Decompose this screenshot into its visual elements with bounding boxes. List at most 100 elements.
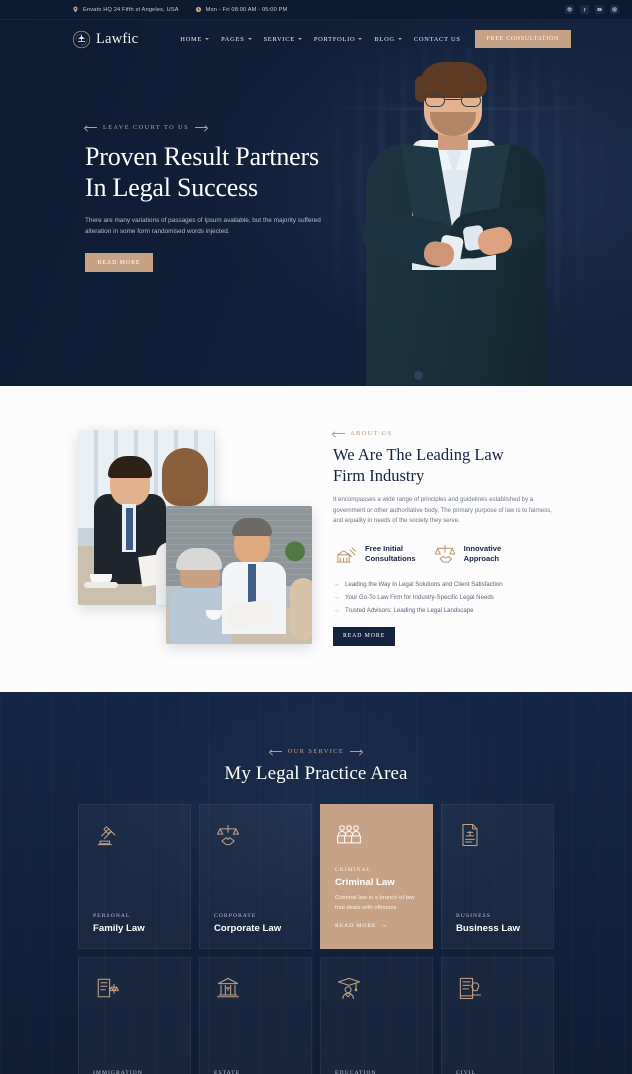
youtube-icon[interactable] xyxy=(595,5,604,14)
eyebrow-arrow-right-icon xyxy=(350,751,363,752)
legal-document-icon xyxy=(456,823,484,853)
nav-label: CONTACT US xyxy=(413,35,461,43)
service-card-body: CRIMINAL Criminal Law Criminal law is a … xyxy=(335,867,420,929)
service-card-body: IMMIGRATION Immigration Law xyxy=(93,1070,178,1074)
arrow-right-icon: → xyxy=(380,922,388,929)
scales-handshake-icon xyxy=(214,824,242,853)
passport-scales-icon xyxy=(93,978,121,1006)
free-consultation-button[interactable]: FREE CONSULTATION xyxy=(474,30,571,48)
feature-label: Innovative Approach xyxy=(464,544,502,564)
hero-lawyer-photo xyxy=(352,62,587,386)
chevron-down-icon xyxy=(205,38,210,40)
nav-item-pages[interactable]: PAGES xyxy=(221,36,252,43)
service-card-category: ESTATE xyxy=(214,1070,241,1074)
service-card-business-law[interactable]: BUSINESS Business Law xyxy=(441,804,554,949)
service-card-read-more-label: READ MORE xyxy=(335,922,377,929)
nav-item-portfolio[interactable]: PORTFOLIO xyxy=(314,36,363,43)
social-links xyxy=(565,5,619,14)
service-card-corporate-law[interactable]: CORPORATE Corporate Law xyxy=(199,804,312,949)
eyebrow-arrow-left-icon xyxy=(85,127,97,128)
about-read-more-button[interactable]: READ MORE xyxy=(333,626,395,646)
site-header: Lawfic HOME PAGES SERVICE PORTFOLIO BLOG xyxy=(0,20,632,58)
list-item-label: Leading the Way in Legal Solutions and C… xyxy=(345,580,503,588)
service-card-category: IMMIGRATION xyxy=(93,1070,143,1074)
list-item: → Leading the Way in Legal Solutions and… xyxy=(333,581,553,588)
hero-eyebrow-label: LEAVE COURT TO US xyxy=(103,124,190,131)
hero-content: LEAVE COURT TO US Proven Result Partners… xyxy=(85,124,355,272)
service-card-civil-law[interactable]: CIVIL Civil Law xyxy=(441,957,554,1074)
service-card-title: Corporate Law xyxy=(214,923,282,934)
nav-label: BLOG xyxy=(374,35,395,43)
hero-read-more-button[interactable]: READ MORE xyxy=(85,253,153,272)
list-item: → Your Go-To Law Firm for Industry-Speci… xyxy=(333,594,553,601)
eyebrow-arrow-left-icon xyxy=(333,433,345,434)
hero-title: Proven Result Partners In Legal Success xyxy=(85,141,355,203)
chevron-down-icon xyxy=(397,38,402,40)
nav-label: PORTFOLIO xyxy=(313,35,356,43)
services-eyebrow-label: OUR SERVICE xyxy=(287,748,345,755)
nav-item-contact-us[interactable]: CONTACT US xyxy=(414,36,461,43)
hero-read-more-label: READ MORE xyxy=(97,259,141,266)
services-title: My Legal Practice Area xyxy=(224,763,408,784)
location-pin-icon xyxy=(73,6,78,13)
about-eyebrow-label: ABOUT US xyxy=(350,430,393,437)
service-card-category: PERSONAL xyxy=(93,913,131,919)
page-root: LEAVE COURT TO US Proven Result Partners… xyxy=(0,0,632,1074)
service-card-body: ESTATE Real Estate Law xyxy=(214,1070,299,1074)
about-content: ABOUT US We Are The Leading Law Firm Ind… xyxy=(333,430,553,646)
service-card-body: PERSONAL Family Law xyxy=(93,913,178,934)
service-card-title: Business Law xyxy=(456,923,520,934)
main-nav: HOME PAGES SERVICE PORTFOLIO BLOG CONTAC… xyxy=(180,36,460,43)
service-card-category: CRIMINAL xyxy=(335,867,372,873)
hero-title-line2: In Legal Success xyxy=(85,173,258,202)
hero-title-line1: Proven Result Partners xyxy=(85,142,319,171)
service-card-family-law[interactable]: PERSONAL Family Law xyxy=(78,804,191,949)
services-header: OUR SERVICE My Legal Practice Area xyxy=(0,692,632,785)
service-card-category: CIVIL xyxy=(456,1070,477,1074)
topbar-address-text: Envato HQ 24 Fifth st Angeles, USA xyxy=(83,6,179,13)
nav-item-service[interactable]: SERVICE xyxy=(264,36,302,43)
nav-label: SERVICE xyxy=(263,35,295,43)
service-card-category: EDUCATION xyxy=(335,1070,377,1074)
eyebrow-arrow-left-icon xyxy=(269,751,282,752)
topbar-address: Envato HQ 24 Fifth st Angeles, USA xyxy=(72,6,179,13)
services-eyebrow: OUR SERVICE xyxy=(0,748,632,755)
eyebrow-arrow-right-icon xyxy=(195,127,208,128)
free-consultation-label: FREE CONSULTATION xyxy=(486,36,559,42)
service-card-title: Family Law xyxy=(93,923,145,934)
hero-slider-dot[interactable] xyxy=(414,371,423,380)
list-item-label: Trusted Advisors: Leading the Legal Land… xyxy=(345,606,474,614)
nav-item-blog[interactable]: BLOG xyxy=(374,35,402,43)
service-card-description: Criminal law is a branch of law that dea… xyxy=(335,895,415,911)
service-card-education-law[interactable]: EDUCATION Education Law xyxy=(320,957,433,1074)
top-bar: Envato HQ 24 Fifth st Angeles, USA Mon -… xyxy=(0,0,632,20)
law-book-icon xyxy=(456,977,484,1006)
instagram-icon[interactable] xyxy=(610,5,619,14)
nav-label: HOME xyxy=(180,35,203,43)
service-card-immigration-law[interactable]: IMMIGRATION Immigration Law xyxy=(78,957,191,1074)
services-grid: PERSONAL Family Law CORPORATE Corporate … xyxy=(78,804,554,1074)
wreath-scales-logo-icon xyxy=(72,30,91,48)
service-card-real-estate-law[interactable]: ESTATE Real Estate Law xyxy=(199,957,312,1074)
topbar-hours: Mon - Fri 08:00 AM - 05:00 PM xyxy=(195,6,288,13)
about-check-list: → Leading the Way in Legal Solutions and… xyxy=(333,581,553,614)
topbar-hours-text: Mon - Fri 08:00 AM - 05:00 PM xyxy=(205,6,288,13)
about-photo-secondary xyxy=(166,506,312,644)
about-features: Free Initial Consultations Innovative Ap… xyxy=(333,541,553,567)
brand-logo[interactable]: Lawfic xyxy=(72,30,138,49)
clock-icon xyxy=(195,6,201,13)
arrow-right-icon: → xyxy=(333,593,340,601)
brand-name: Lawfic xyxy=(96,30,139,47)
service-card-criminal-law[interactable]: CRIMINAL Criminal Law Criminal law is a … xyxy=(320,804,433,949)
courthouse-gavel-icon xyxy=(333,541,359,567)
scales-handshake-icon xyxy=(432,541,458,567)
hero-description: There are many variations of passages of… xyxy=(85,217,321,235)
gavel-icon xyxy=(93,826,121,853)
nav-item-home[interactable]: HOME xyxy=(180,35,210,43)
pinterest-icon[interactable] xyxy=(565,5,574,14)
hero-eyebrow: LEAVE COURT TO US xyxy=(85,124,355,131)
service-card-read-more-link[interactable]: READ MORE → xyxy=(335,922,420,929)
service-card-category: CORPORATE xyxy=(214,913,257,919)
arrow-right-icon: → xyxy=(333,580,340,588)
facebook-icon[interactable] xyxy=(580,5,589,14)
